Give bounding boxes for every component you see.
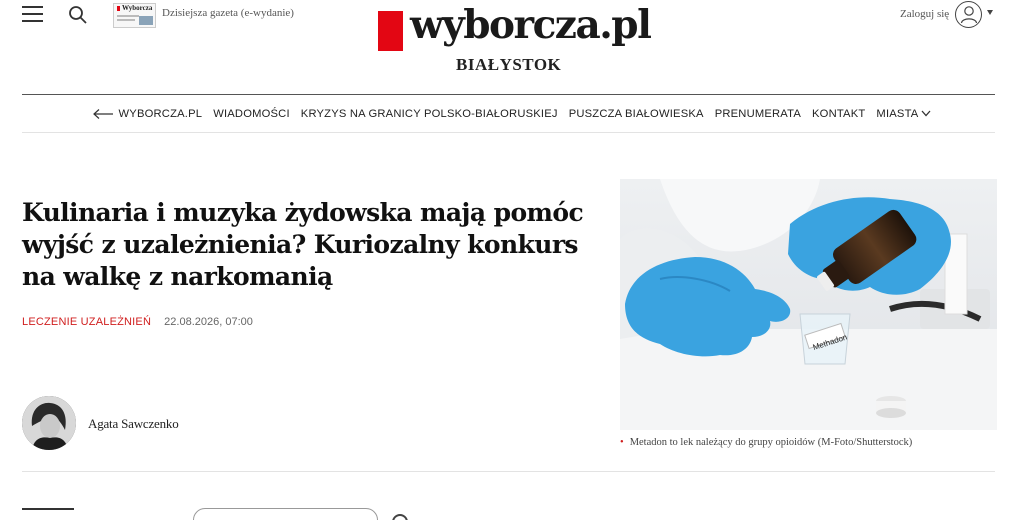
user-icon — [960, 6, 978, 24]
author-name[interactable]: Agata Sawczenko — [88, 416, 179, 432]
nav-item-wyborcza[interactable]: WYBORCZA.PL — [92, 107, 203, 120]
main-nav: WYBORCZA.PL WIADOMOŚCI KRYZYS NA GRANICY… — [0, 95, 1024, 132]
info-icon[interactable] — [392, 514, 408, 520]
article-divider — [22, 471, 995, 472]
nav-label: WYBORCZA.PL — [118, 107, 203, 120]
arrow-left-icon — [92, 108, 113, 119]
lead-photo[interactable]: Methadon — [620, 179, 997, 430]
section-underline — [22, 508, 74, 510]
logo-text: wyborcza.pl — [410, 2, 652, 48]
article-meta: LECZENIE UZALEŻNIEŃ 22.08.2026, 07:00 — [22, 316, 253, 328]
menu-icon — [22, 6, 43, 8]
category-tag[interactable]: LECZENIE UZALEŻNIEŃ — [22, 316, 151, 328]
login-link[interactable]: Zaloguj się — [900, 8, 949, 20]
search-icon — [69, 6, 87, 24]
nav-item-miasta[interactable]: MIASTA — [876, 108, 931, 120]
e-edition-thumbnail[interactable]: Wyborcza — [113, 3, 156, 28]
search-button[interactable] — [68, 5, 88, 25]
city-edition-label: BIAŁYSTOK — [456, 55, 562, 74]
nav-divider — [22, 132, 995, 133]
publish-date: 22.08.2026, 07:00 — [164, 316, 253, 328]
bullet-icon: • — [620, 437, 624, 448]
nav-item-kryzys[interactable]: KRYZYS NA GRANICY POLSKO-BIAŁORUSKIEJ — [301, 108, 558, 120]
e-edition-link[interactable]: Dzisiejsza gazeta (e-wydanie) — [162, 7, 294, 19]
author-photo[interactable] — [22, 396, 76, 450]
photo-caption: • Metadon to lek należący do grupy opioid… — [620, 437, 912, 448]
nav-item-prenumerata[interactable]: PRENUMERATA — [715, 108, 801, 120]
article-headline: Kulinaria i muzyka żydowska mają pomóc w… — [22, 198, 584, 291]
caret-down-icon[interactable] — [987, 10, 993, 15]
caption-text: Metadon to lek należący do grupy opioidó… — [629, 437, 913, 448]
nav-item-kontakt[interactable]: KONTAKT — [812, 108, 865, 120]
account-button[interactable] — [955, 1, 982, 28]
logo-mark — [378, 11, 403, 51]
nav-label: MIASTA — [876, 107, 919, 120]
chevron-down-icon — [921, 110, 931, 117]
menu-button[interactable] — [22, 6, 43, 22]
article-search-field[interactable] — [193, 508, 378, 520]
nav-item-puszcza[interactable]: PUSZCZA BIAŁOWIESKA — [569, 108, 704, 120]
nav-item-wiadomosci[interactable]: WIADOMOŚCI — [213, 108, 290, 120]
